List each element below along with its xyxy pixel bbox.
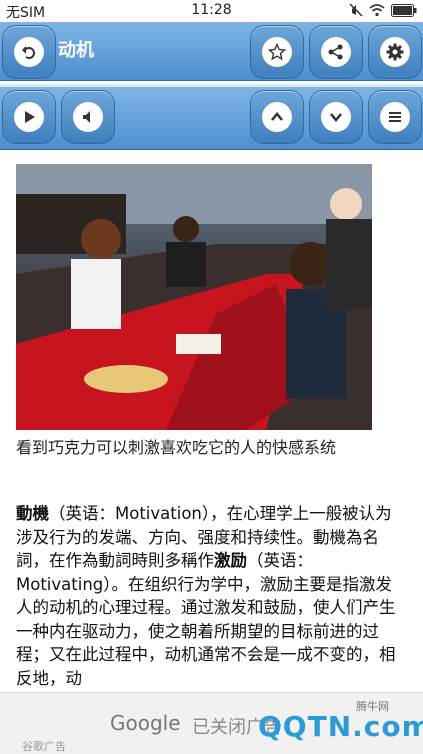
back-button[interactable] [2, 25, 56, 79]
share-button[interactable] [309, 25, 363, 79]
star-icon [262, 37, 292, 67]
battery-icon [391, 3, 417, 17]
play-icon [14, 102, 44, 132]
share-icon [321, 37, 351, 67]
term-motivation: 動機 [16, 504, 49, 523]
favorite-button[interactable] [250, 25, 304, 79]
chevron-down-icon [321, 102, 351, 132]
google-logo: Google [110, 711, 181, 735]
mute-icon [349, 3, 363, 17]
term-motivating: 激励 [214, 551, 247, 570]
speaker-button[interactable] [61, 90, 115, 144]
photo-caption: 看到巧克力可以刺激喜欢吃它的人的快感系统 [16, 438, 337, 457]
menu-button[interactable] [368, 90, 422, 144]
scroll-up-button[interactable] [250, 90, 304, 144]
status-icons [349, 3, 417, 17]
chevron-up-icon [262, 102, 292, 132]
watermark-logo: QQTN.com [258, 710, 423, 743]
hamburger-icon [380, 102, 410, 132]
article-paragraph-2: （英语：Motivating）。在组织行为学中，激励主要是指激发人的动机的心理过… [16, 551, 396, 688]
play-button[interactable] [2, 90, 56, 144]
settings-button[interactable] [368, 25, 422, 79]
article-paragraph-1: （英语：Motivation），在心理学上一般被认为涉及行为的发端、方向、强度和… [16, 504, 392, 570]
article-body: 動機（英语：Motivation），在心理学上一般被认为涉及行为的发端、方向、强… [16, 502, 396, 690]
scroll-down-button[interactable] [309, 90, 363, 144]
status-bar: 无SIM 11:28 [0, 0, 423, 22]
top-toolbar: 动机 [0, 22, 423, 81]
article-photo [16, 164, 372, 430]
wifi-icon [369, 4, 385, 17]
site-watermark: 腾牛网 QQTN.com [258, 700, 423, 750]
back-icon [14, 37, 44, 67]
speaker-icon [73, 102, 103, 132]
article-content: 看到巧克力可以刺激喜欢吃它的人的快感系统 動機（英语：Motivation），在… [0, 150, 423, 753]
ad-label: 谷歌广告 [22, 740, 66, 753]
page-title: 动机 [58, 40, 94, 61]
gear-icon [380, 37, 410, 67]
media-toolbar [0, 84, 423, 150]
